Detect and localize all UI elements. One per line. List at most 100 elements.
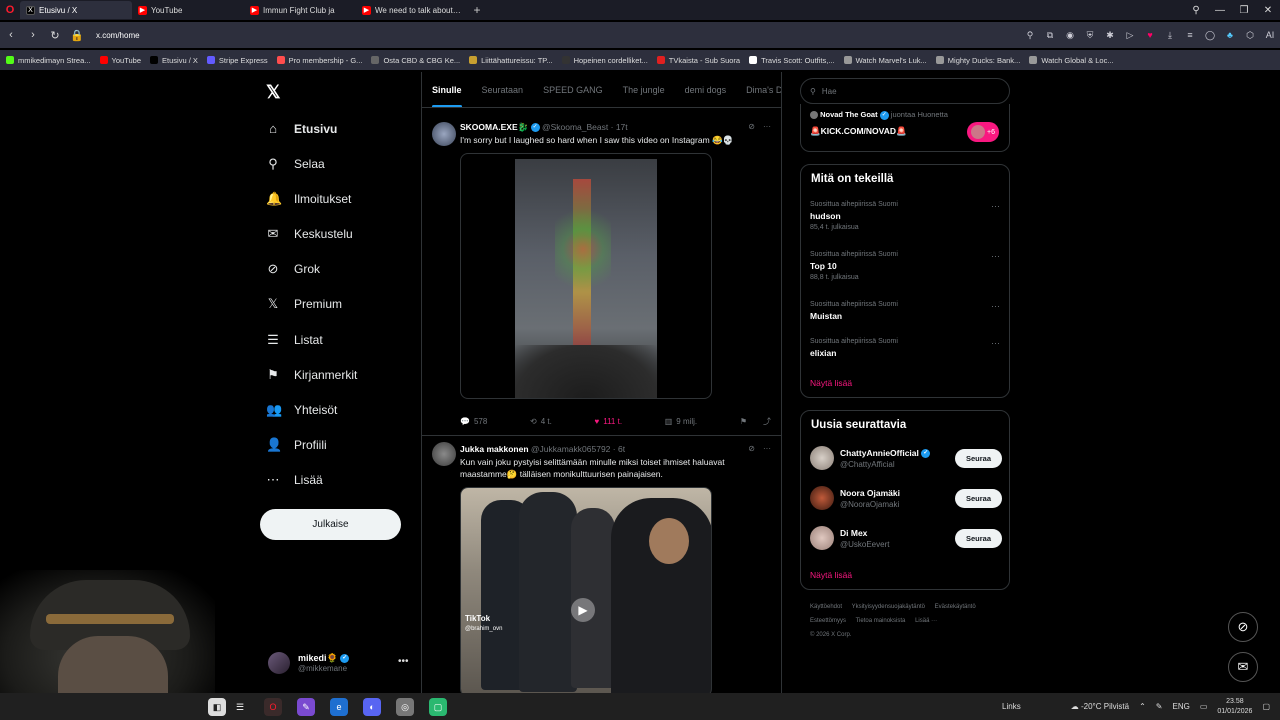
nav-item-etusivu[interactable]: ⌂ Etusivu bbox=[266, 121, 337, 136]
bookmark-item[interactable]: Liittähattureissu: TP... bbox=[469, 56, 553, 65]
reply-button[interactable]: 💬 578 bbox=[460, 416, 487, 427]
post-button[interactable]: Julkaise bbox=[260, 509, 401, 540]
trend-item[interactable]: Suosittua aihepiirissä Suomi elixian ··· bbox=[810, 338, 1000, 358]
close-button[interactable]: ✕ bbox=[1256, 5, 1280, 16]
opera-taskbar-icon[interactable]: O bbox=[264, 698, 282, 716]
aria-icon[interactable]: ♣ bbox=[1220, 30, 1240, 40]
weather-widget[interactable]: ☁ -20°C Pilvistä bbox=[1071, 702, 1129, 711]
feed-tab[interactable]: Dima's Di bbox=[736, 72, 781, 107]
heart-icon[interactable]: ♥ bbox=[1140, 30, 1160, 40]
feed-tab[interactable]: The jungle bbox=[613, 72, 675, 107]
tweet[interactable]: SKOOMA.EXE🐉 ✓ @Skooma_Beast · 17t ⊘ ··· … bbox=[422, 108, 781, 436]
grok-fab-icon[interactable]: ⊘ bbox=[1228, 612, 1258, 642]
bookmark-item[interactable]: TVkaista - Sub Suora bbox=[656, 56, 740, 65]
tweet-handle[interactable]: @Jukkamakk065792 bbox=[531, 444, 611, 454]
live-space-card[interactable]: Novad The Goat ✓ juontaa Huonetta 🚨KICK.… bbox=[800, 104, 1010, 152]
follow-suggestion[interactable]: ChattyAnnieOfficial ✓ @ChattyAfficial Se… bbox=[810, 446, 1002, 474]
more-icon[interactable]: ··· bbox=[991, 301, 1000, 311]
views-button[interactable]: ▥ 9 milj. bbox=[665, 416, 697, 427]
discord-taskbar-icon[interactable]: ◐ bbox=[363, 698, 381, 716]
search-input[interactable]: Hae bbox=[822, 87, 837, 96]
clock[interactable]: 23.58 01/01/2026 bbox=[1217, 697, 1252, 717]
grok-explain-icon[interactable]: ⊘ bbox=[748, 122, 755, 131]
download-icon[interactable]: ⤓ bbox=[1160, 30, 1180, 41]
nav-item-lisää[interactable]: ⋯ Lisää bbox=[266, 472, 323, 488]
bookmark-icon[interactable]: ⚑ bbox=[740, 417, 747, 426]
extension-icon[interactable]: ✱ bbox=[1100, 30, 1120, 41]
footer-link[interactable]: Esteettömyys bbox=[810, 618, 846, 624]
bookmark-item[interactable]: Hopeinen cordelliket... bbox=[561, 56, 648, 65]
browser-tab[interactable]: ▶ Immun Fight Club ja bbox=[244, 1, 356, 19]
bookmark-item[interactable]: Stripe Express bbox=[206, 56, 268, 65]
tweet-video[interactable]: ▶ TikTok @brahim_ovn bbox=[460, 487, 712, 693]
show-more-link[interactable]: Näytä lisää bbox=[810, 570, 852, 580]
browser-tab[interactable]: ▶ We need to talk about thi bbox=[356, 1, 468, 19]
ai-icon[interactable]: AI bbox=[1260, 30, 1280, 40]
bookmark-item[interactable]: Mighty Ducks: Bank... bbox=[935, 56, 1020, 65]
tweet-author[interactable]: SKOOMA.EXE🐉 bbox=[460, 122, 528, 132]
more-icon[interactable]: ··· bbox=[763, 122, 771, 131]
more-icon[interactable]: ··· bbox=[763, 444, 771, 453]
feed-tab[interactable]: SPEED GANG bbox=[533, 72, 613, 107]
more-icon[interactable]: ··· bbox=[991, 251, 1000, 261]
search-icon[interactable]: ⚲ bbox=[1020, 30, 1040, 41]
browser-tab[interactable]: ▶ YouTube bbox=[132, 1, 244, 19]
back-icon[interactable]: ‹ bbox=[0, 29, 22, 41]
photos-taskbar-icon[interactable]: ✎ bbox=[297, 698, 315, 716]
tweet[interactable]: Jukka makkonen @Jukkamakk065792 · 6t ⊘ ·… bbox=[422, 436, 781, 693]
opera-logo-icon[interactable]: O bbox=[0, 0, 20, 20]
nav-item-ilmoitukset[interactable]: 🔔 Ilmoitukset bbox=[266, 191, 351, 207]
like-button[interactable]: ♥ 111 t. bbox=[594, 416, 622, 427]
grok-explain-icon[interactable]: ⊘ bbox=[748, 444, 755, 453]
play-icon[interactable]: ▷ bbox=[1120, 30, 1140, 41]
nav-item-selaa[interactable]: ⚲ Selaa bbox=[266, 156, 324, 172]
chevron-up-icon[interactable]: ⌃ bbox=[1139, 702, 1146, 711]
follow-button[interactable]: Seuraa bbox=[955, 449, 1002, 468]
nav-item-premium[interactable]: 𝕏 Premium bbox=[266, 296, 342, 312]
x-logo-icon[interactable]: 𝕏 bbox=[266, 82, 281, 103]
pen-icon[interactable]: ✎ bbox=[1156, 702, 1163, 711]
follow-button[interactable]: Seuraa bbox=[955, 529, 1002, 548]
repost-button[interactable]: ⟲ 4 t. bbox=[530, 416, 552, 427]
search-box[interactable]: ⚲ Hae bbox=[800, 78, 1010, 104]
bookmark-item[interactable]: Etusivu / X bbox=[150, 56, 198, 65]
lock-icon[interactable]: 🔒 bbox=[66, 29, 88, 42]
tweet-handle[interactable]: @Skooma_Beast bbox=[542, 122, 608, 132]
play-icon[interactable]: ▶ bbox=[571, 598, 595, 622]
network-icon[interactable]: ▭ bbox=[1200, 702, 1208, 711]
trend-item[interactable]: Suosittua aihepiirissä Suomi Top 10 88,8… bbox=[810, 251, 1000, 281]
nav-item-profiili[interactable]: 👤 Profiili bbox=[266, 437, 327, 453]
tweet-video[interactable] bbox=[460, 153, 712, 399]
bookmark-item[interactable]: Watch Marvel's Luk... bbox=[843, 56, 927, 65]
kick-taskbar-icon[interactable]: ▢ bbox=[429, 698, 447, 716]
footer-link[interactable]: Käyttöehdot bbox=[810, 604, 842, 610]
footer-link[interactable]: Yksityisyydensuojakäytäntö bbox=[852, 604, 925, 610]
account-switcher[interactable]: mikedi🌻 ✓ @mikkemane ••• bbox=[268, 652, 409, 674]
follow-suggestion[interactable]: Noora Ojamäki @NooraOjamaki Seuraa bbox=[810, 486, 1002, 514]
links-toolbar[interactable]: Links bbox=[1002, 702, 1021, 711]
nav-item-grok[interactable]: ⊘ Grok bbox=[266, 261, 320, 277]
feed-tab[interactable]: demi dogs bbox=[675, 72, 737, 107]
footer-link[interactable]: Tietoa mainoksista bbox=[856, 618, 906, 624]
notifications-icon[interactable]: ▢ bbox=[1262, 702, 1270, 711]
camera-icon[interactable]: ◉ bbox=[1060, 30, 1080, 41]
shield-icon[interactable]: ⛨ bbox=[1080, 30, 1100, 41]
share-icon[interactable]: ⤴ bbox=[763, 416, 771, 427]
app-taskbar-icon[interactable]: ◎ bbox=[396, 698, 414, 716]
taskbar-switcher-icon[interactable]: ☰ bbox=[231, 698, 249, 716]
bookmark-item[interactable]: Osta CBD & CBG Ke... bbox=[371, 56, 460, 65]
tweet-author[interactable]: Jukka makkonen bbox=[460, 444, 529, 454]
task-view-icon[interactable]: ◧ bbox=[208, 698, 226, 716]
show-more-link[interactable]: Näytä lisää bbox=[810, 378, 852, 388]
menu-icon[interactable]: ≡ bbox=[1180, 30, 1200, 40]
edge-taskbar-icon[interactable]: e bbox=[330, 698, 348, 716]
browser-tab[interactable]: X Etusivu / X bbox=[20, 1, 132, 19]
messages-fab-icon[interactable]: ✉ bbox=[1228, 652, 1258, 682]
maximize-button[interactable]: ❐ bbox=[1232, 5, 1256, 16]
more-icon[interactable]: ••• bbox=[398, 656, 409, 667]
nav-item-keskustelu[interactable]: ✉ Keskustelu bbox=[266, 226, 353, 242]
bookmark-item[interactable]: Travis Scott: Outfits,... bbox=[749, 56, 835, 65]
minimize-button[interactable]: — bbox=[1208, 5, 1232, 16]
avatar[interactable] bbox=[432, 442, 456, 466]
bookmark-item[interactable]: Watch Global & Loc... bbox=[1029, 56, 1114, 65]
